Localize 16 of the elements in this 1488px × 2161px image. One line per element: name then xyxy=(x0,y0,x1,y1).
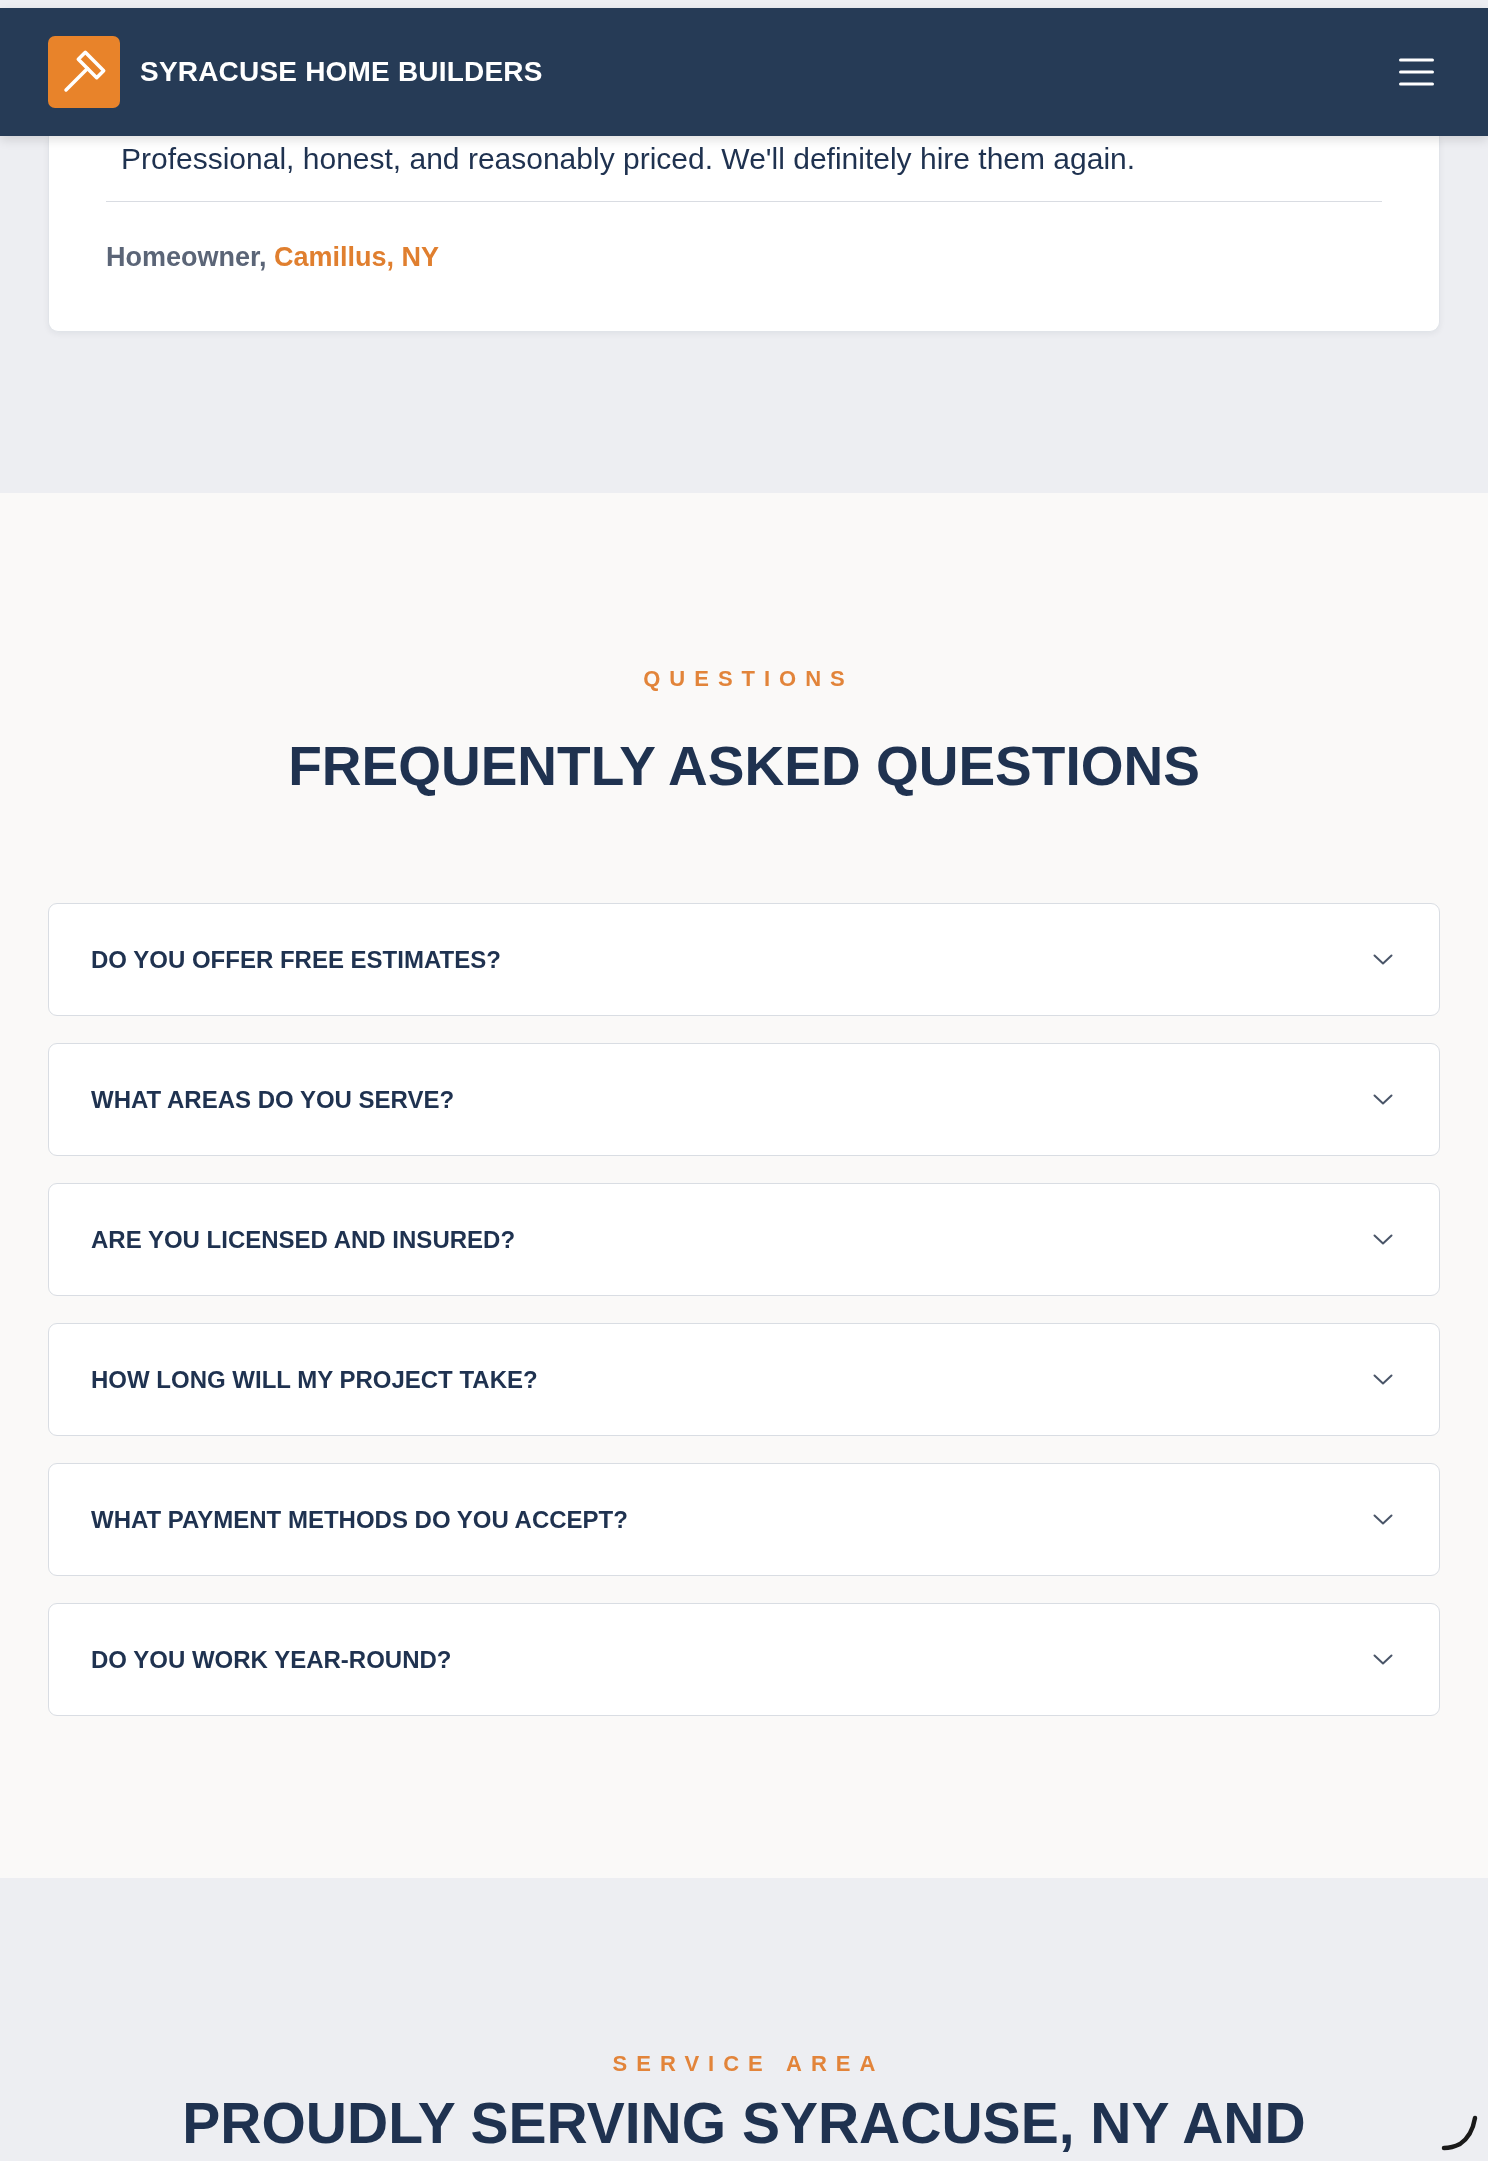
testimonial-quote: Professional, honest, and reasonably priced. We'll definitely hire them again. xyxy=(121,141,1136,177)
hammer-icon[interactable] xyxy=(48,36,120,108)
faq-question[interactable]: DO YOU OFFER FREE ESTIMATES? xyxy=(48,903,1440,1016)
faq-question[interactable]: HOW LONG WILL MY PROJECT TAKE? xyxy=(48,1323,1440,1436)
section-eyebrow: QUESTIONS xyxy=(642,665,854,693)
section-heading: PROUDLY SERVING SYRACUSE, NY AND xyxy=(182,2093,1306,2153)
faq-question[interactable]: DO YOU WORK YEAR-ROUND? xyxy=(48,1603,1440,1716)
menu-icon[interactable] xyxy=(1399,58,1434,86)
testimonial-author: Homeowner, Camillus, NY xyxy=(106,241,440,274)
spinner-icon xyxy=(1440,2114,1480,2152)
faq-question[interactable]: WHAT AREAS DO YOU SERVE? xyxy=(48,1043,1440,1156)
faq-question[interactable]: WHAT PAYMENT METHODS DO YOU ACCEPT? xyxy=(48,1463,1440,1576)
faq-question[interactable]: ARE YOU LICENSED AND INSURED? xyxy=(48,1183,1440,1296)
section-heading: FREQUENTLY ASKED QUESTIONS xyxy=(288,734,1200,799)
site-title[interactable]: SYRACUSE HOME BUILDERS xyxy=(140,56,543,88)
section-eyebrow: SERVICE AREA xyxy=(611,2050,885,2078)
